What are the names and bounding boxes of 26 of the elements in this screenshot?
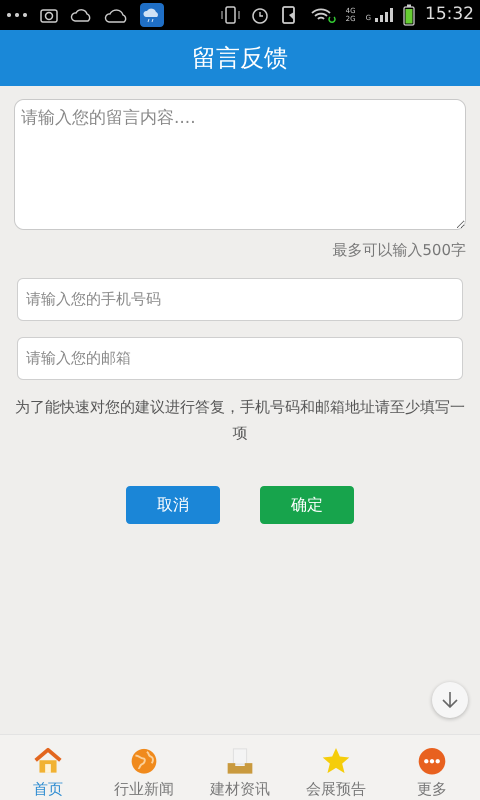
vibrate-icon [220, 5, 240, 25]
screen-title: 留言反馈 [192, 43, 288, 74]
nav-tab[interactable]: 行业新闻 [96, 735, 192, 800]
down-arrow-icon [440, 690, 460, 710]
weather-app-icon [140, 3, 164, 27]
inbox-tray-icon [225, 747, 255, 776]
more-dots-icon [6, 12, 28, 18]
house-icon [33, 747, 63, 776]
email-field[interactable]: 请输入您的邮箱 [17, 336, 463, 380]
globe-icon [129, 747, 159, 776]
signal-icon [375, 8, 393, 22]
confirm-button[interactable]: 确定 [260, 486, 354, 524]
more-dots-icon [417, 747, 447, 776]
phone-field[interactable]: 请输入您的手机号码 [17, 278, 463, 320]
nav-tab[interactable]: 首页 [0, 735, 96, 800]
cancel-button[interactable]: 取消 [126, 486, 220, 524]
scroll-down-button[interactable] [432, 682, 468, 718]
message-field[interactable]: 请输入您的留言内容.... [14, 99, 466, 230]
nav-tab[interactable]: 更多 [384, 735, 480, 800]
nav-tab[interactable]: 建材资讯 [192, 735, 288, 800]
star-icon [321, 747, 351, 776]
clock-time: 15:32 [425, 3, 474, 26]
nav-tab[interactable]: 会展预告 [288, 735, 384, 800]
battery-icon [403, 4, 415, 26]
limit-hint: 最多可以输入500字 [331, 240, 466, 261]
note-text: 为了能快速对您的建议进行答复，手机号码和邮箱地址请至少填写一项 [14, 396, 466, 444]
